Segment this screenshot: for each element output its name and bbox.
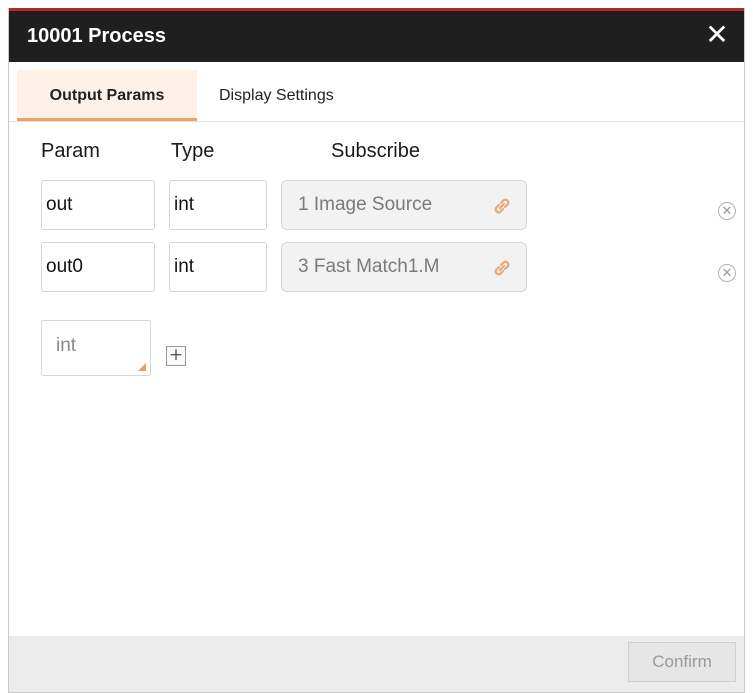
param-type-field[interactable]: int [169,180,267,230]
delete-circle-icon[interactable]: ✕ [718,202,736,220]
subscribe-field[interactable]: 1 Image Source [281,180,527,230]
param-name-field[interactable]: out0 [41,242,155,292]
add-param-button[interactable]: + [166,346,186,366]
new-param-type-value: int [56,335,77,356]
link-icon[interactable] [490,194,514,218]
delete-circle-icon[interactable]: ✕ [718,264,736,282]
subscribe-source: 1 Image Source [298,194,433,215]
column-header-param: Param [41,140,100,162]
tab-output-params[interactable]: Output Params [17,70,197,121]
column-header-type: Type [171,140,215,162]
dialog-title: 10001 Process [27,25,167,47]
confirm-button[interactable]: Confirm [628,642,736,682]
param-name-field[interactable]: out [41,180,155,230]
process-dialog: 10001 Process ✕ Output Params Display Se… [8,8,745,693]
tab-bar: Output Params Display Settings [9,70,744,122]
new-param-type-select[interactable]: int [41,320,151,376]
resize-corner-icon [138,363,146,371]
subscribe-field[interactable]: 3 Fast Match1.M [281,242,527,292]
dialog-titlebar: 10001 Process ✕ [9,8,744,62]
close-icon[interactable]: ✕ [702,20,732,50]
column-header-subscribe: Subscribe [331,140,420,162]
param-type-field[interactable]: int [169,242,267,292]
tab-display-settings[interactable]: Display Settings [219,70,334,121]
link-icon[interactable] [490,256,514,280]
dialog-footer: Confirm [9,636,744,692]
subscribe-source: 3 Fast Match1.M [298,256,440,277]
